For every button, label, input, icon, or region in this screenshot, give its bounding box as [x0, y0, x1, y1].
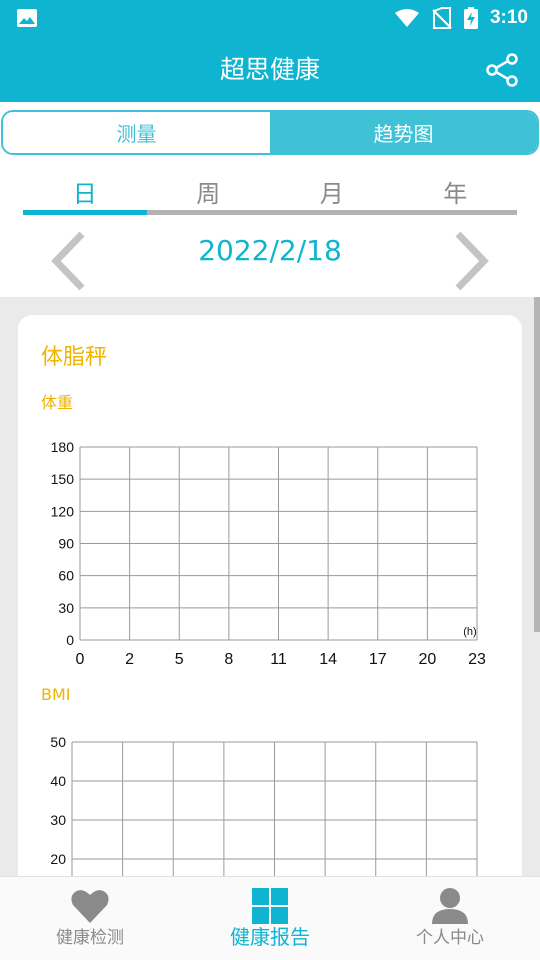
tab-indicator [23, 210, 147, 215]
nav-personal-center-label: 个人中心 [416, 928, 484, 948]
app-bar: 超思健康 [0, 36, 540, 102]
nav-health-report-label: 健康报告 [230, 925, 310, 949]
no-sim-icon [432, 7, 452, 29]
segmented-control: 测量 趋势图 [1, 110, 539, 155]
tab-day[interactable]: 日 [23, 168, 147, 216]
nav-health-check[interactable]: 健康检测 [0, 877, 180, 960]
tab-trend-chart[interactable]: 趋势图 [270, 112, 537, 153]
nav-health-report[interactable]: 健康报告 [180, 877, 360, 960]
nav-health-check-label: 健康检测 [56, 928, 124, 948]
bottom-nav: 健康检测 健康报告 个人中心 [0, 876, 540, 960]
tab-week[interactable]: 周 [147, 168, 271, 216]
status-time: 3:10 [489, 7, 528, 28]
bmi-y-tick: 40 [50, 773, 66, 789]
grid-icon [252, 888, 288, 924]
share-icon[interactable] [484, 52, 520, 88]
body-fat-scale-card: 体脂秤 体重 BMI 0 30 60 90 120 150 180 0 2 5 8 11 14 17 20 2… [18, 315, 522, 876]
battery-charging-icon [463, 7, 478, 29]
tab-measure[interactable]: 测量 [3, 112, 270, 153]
status-bar: 3:10 [0, 0, 540, 36]
tab-year[interactable]: 年 [394, 168, 518, 216]
nav-personal-center[interactable]: 个人中心 [360, 877, 540, 960]
bmi-y-tick: 50 [50, 734, 66, 750]
bmi-y-tick: 30 [50, 812, 66, 828]
heart-icon [71, 890, 109, 923]
bmi-chart: 20 30 40 50 [50, 734, 478, 876]
chevron-right-icon[interactable] [452, 230, 492, 292]
wifi-icon [394, 9, 419, 27]
bmi-y-tick: 20 [50, 851, 66, 867]
scrollbar[interactable] [534, 297, 540, 632]
date-navigator: 2022/2/18 [0, 226, 540, 294]
page-title: 超思健康 [219, 55, 320, 84]
tab-month[interactable]: 月 [270, 168, 394, 216]
gallery-notification-icon [17, 9, 37, 27]
person-icon [432, 888, 468, 924]
content-area[interactable]: 体脂秤 体重 BMI 0 30 60 90 120 150 180 0 2 5 8 11 14 17 20 2… [0, 297, 540, 876]
period-tabs: 日 周 月 年 [23, 168, 517, 216]
